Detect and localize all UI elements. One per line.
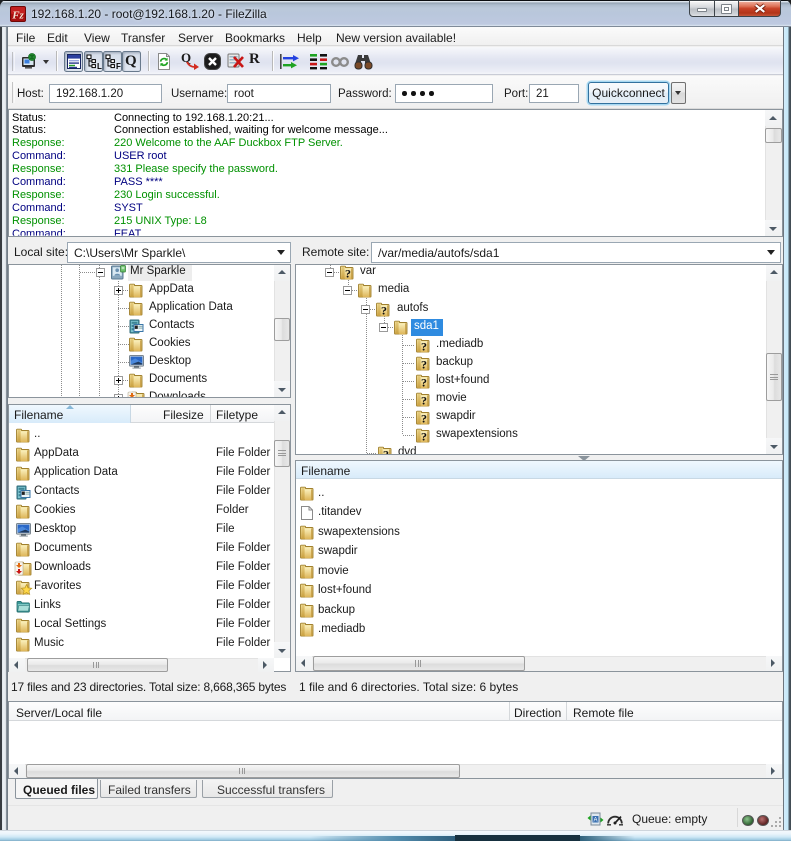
svg-text:?: ? <box>421 339 427 353</box>
svg-text:?: ? <box>421 429 427 443</box>
svg-text:?: ? <box>383 447 389 454</box>
svg-text:?: ? <box>345 266 351 280</box>
svg-text:Fz: Fz <box>11 10 24 22</box>
svg-text:?: ? <box>421 375 427 389</box>
svg-text:L: L <box>97 62 102 71</box>
svg-text:?: ? <box>421 411 427 425</box>
svg-text:A: A <box>593 818 597 824</box>
svg-text:?: ? <box>421 393 427 407</box>
svg-text:?: ? <box>381 303 387 317</box>
svg-text:F: F <box>116 62 121 71</box>
svg-text:?: ? <box>421 357 427 371</box>
